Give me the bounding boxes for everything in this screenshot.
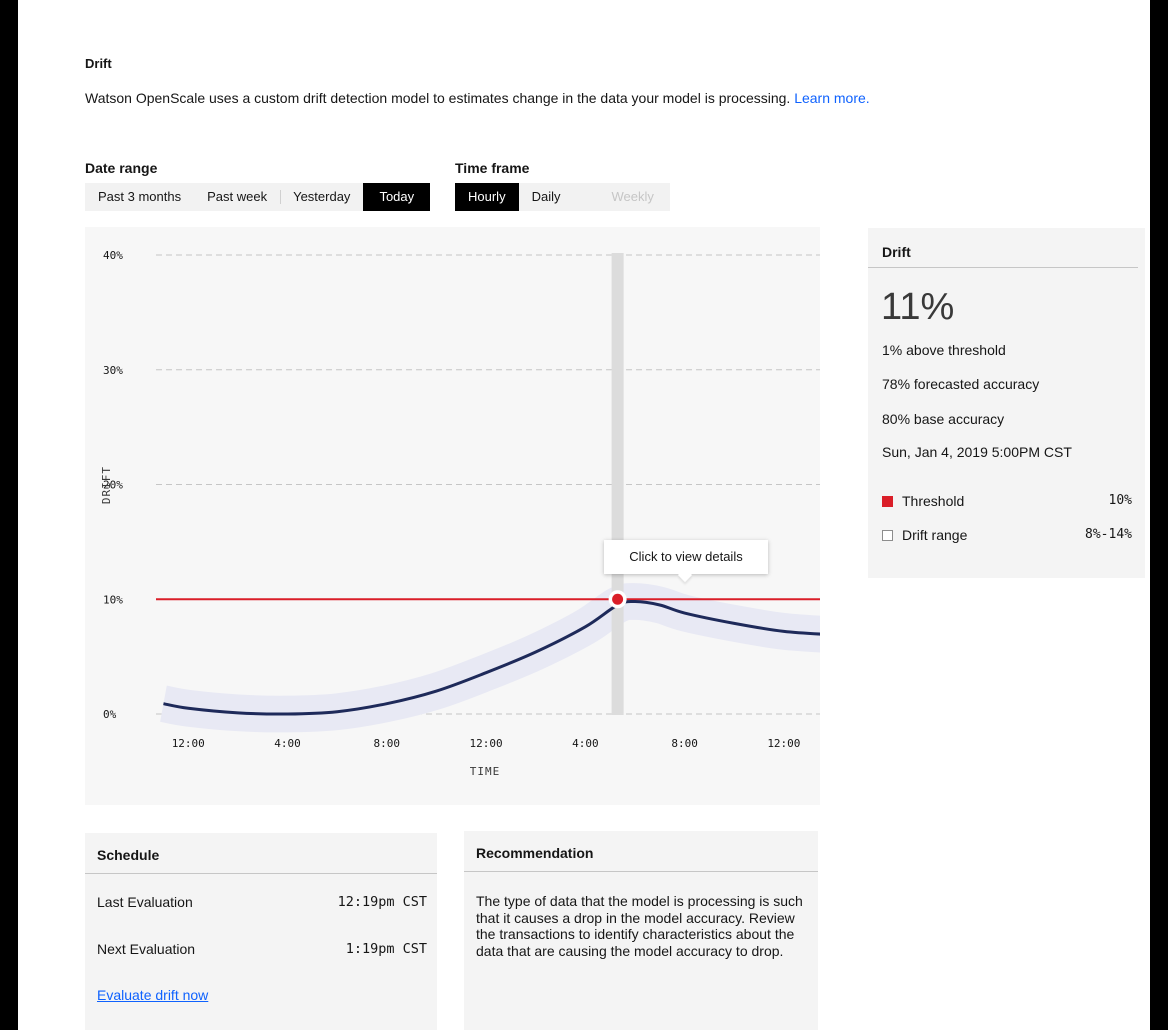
next-evaluation-label: Next Evaluation bbox=[97, 941, 196, 957]
view-details-tooltip[interactable]: Click to view details bbox=[604, 540, 768, 574]
evaluation-timestamp: Sun, Jan 4, 2019 5:00PM CST bbox=[882, 444, 1072, 460]
date-range-label: Date range bbox=[85, 160, 158, 176]
summary-title: Drift bbox=[882, 244, 911, 260]
recommendation-title: Recommendation bbox=[476, 845, 594, 861]
x-tick-label: 8:00 bbox=[671, 737, 698, 750]
x-tick-label: 8:00 bbox=[374, 737, 401, 750]
threshold-swatch-icon bbox=[882, 496, 893, 507]
schedule-title: Schedule bbox=[97, 847, 160, 863]
recommendation-divider bbox=[464, 871, 818, 872]
schedule-divider bbox=[85, 873, 437, 874]
y-tick-label: 0% bbox=[103, 708, 117, 721]
legend-label: Threshold bbox=[902, 493, 965, 509]
time-frame-label: Time frame bbox=[455, 160, 530, 176]
date-range-yesterday[interactable]: Yesterday bbox=[280, 183, 363, 211]
y-tick-label: 40% bbox=[103, 249, 123, 262]
selected-point bbox=[612, 593, 624, 605]
drift-range-band bbox=[159, 583, 820, 733]
time-frame-switcher: Hourly Daily Weekly bbox=[455, 183, 670, 211]
legend-drift-range: Drift range 8%-14% bbox=[882, 527, 1132, 545]
page: Drift Watson OpenScale uses a custom dri… bbox=[18, 0, 1150, 1030]
x-tick-label: 12:00 bbox=[172, 737, 205, 750]
y-tick-label: 10% bbox=[103, 593, 123, 606]
legend-threshold: Threshold 10% bbox=[882, 493, 1132, 511]
drift-chart-svg: 0%10%20%30%40% 12:00 4:00 8:00 12:00 4:00 8:0… bbox=[100, 249, 820, 778]
x-tick-label: 4:00 bbox=[274, 737, 301, 750]
threshold-delta: 1% above threshold bbox=[882, 342, 1006, 358]
legend-value: 8%-14% bbox=[1085, 527, 1132, 542]
last-evaluation-label: Last Evaluation bbox=[97, 894, 193, 910]
date-range-past-week[interactable]: Past week bbox=[194, 183, 280, 211]
drift-value: 11% bbox=[881, 286, 955, 328]
time-frame-weekly[interactable]: Weekly bbox=[573, 183, 669, 211]
legend-value: 10% bbox=[1108, 493, 1132, 508]
page-title: Drift bbox=[85, 56, 112, 71]
learn-more-link[interactable]: Learn more. bbox=[794, 90, 869, 106]
evaluate-drift-now-link[interactable]: Evaluate drift now bbox=[97, 987, 208, 1003]
y-axis-title: DRIFT bbox=[100, 466, 113, 504]
drift-summary-panel: Drift 11% 1% above threshold 78% forecas… bbox=[868, 228, 1145, 578]
y-tick-label: 30% bbox=[103, 364, 123, 377]
x-axis-title: TIME bbox=[470, 765, 501, 778]
hover-cursor bbox=[611, 253, 624, 715]
drift-range-swatch-icon bbox=[882, 530, 893, 541]
schedule-panel: Schedule Last Evaluation 12:19pm CST Nex… bbox=[85, 833, 437, 1030]
next-evaluation-value: 1:19pm CST bbox=[345, 941, 427, 957]
date-range-switcher: Past 3 months Past week Yesterday Today bbox=[85, 183, 431, 211]
recommendation-text: The type of data that the model is proce… bbox=[476, 893, 803, 959]
description-text: Watson OpenScale uses a custom drift det… bbox=[85, 90, 791, 106]
date-range-past-3-months[interactable]: Past 3 months bbox=[85, 183, 194, 211]
x-tick-label: 4:00 bbox=[572, 737, 599, 750]
page-description: Watson OpenScale uses a custom drift det… bbox=[85, 90, 870, 106]
legend-label: Drift range bbox=[902, 527, 968, 543]
x-tick-label: 12:00 bbox=[767, 737, 800, 750]
recommendation-panel: Recommendation The type of data that the… bbox=[464, 831, 818, 1030]
date-range-today[interactable]: Today bbox=[363, 183, 431, 211]
x-tick-label: 12:00 bbox=[470, 737, 503, 750]
base-accuracy: 80% base accuracy bbox=[882, 411, 1005, 427]
drift-chart: 0% 10% 20% 30% 40% 12:00 4:00 8:00 12:00 4:00 8:0… bbox=[85, 227, 820, 805]
summary-divider bbox=[868, 267, 1138, 268]
time-frame-hourly[interactable]: Hourly bbox=[455, 183, 519, 211]
last-evaluation-value: 12:19pm CST bbox=[337, 894, 427, 910]
time-frame-daily[interactable]: Daily bbox=[519, 183, 574, 211]
forecasted-accuracy: 78% forecasted accuracy bbox=[882, 376, 1040, 392]
